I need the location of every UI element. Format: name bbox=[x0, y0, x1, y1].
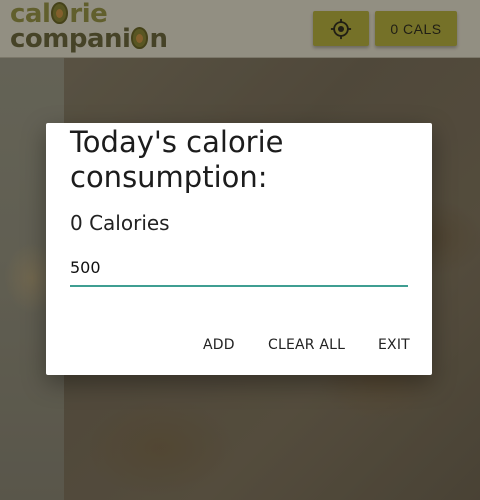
dialog-actions: ADD CLEAR ALL EXIT bbox=[46, 337, 432, 361]
exit-button[interactable]: EXIT bbox=[378, 337, 410, 353]
calorie-input[interactable] bbox=[70, 253, 408, 287]
clear-all-button[interactable]: CLEAR ALL bbox=[268, 337, 345, 353]
calorie-count: 0 Calories bbox=[70, 211, 170, 235]
add-button[interactable]: ADD bbox=[203, 337, 235, 353]
calorie-dialog: Today's calorie consumption: 0 Calories … bbox=[46, 123, 432, 375]
dialog-title: Today's calorie consumption: bbox=[70, 125, 284, 194]
